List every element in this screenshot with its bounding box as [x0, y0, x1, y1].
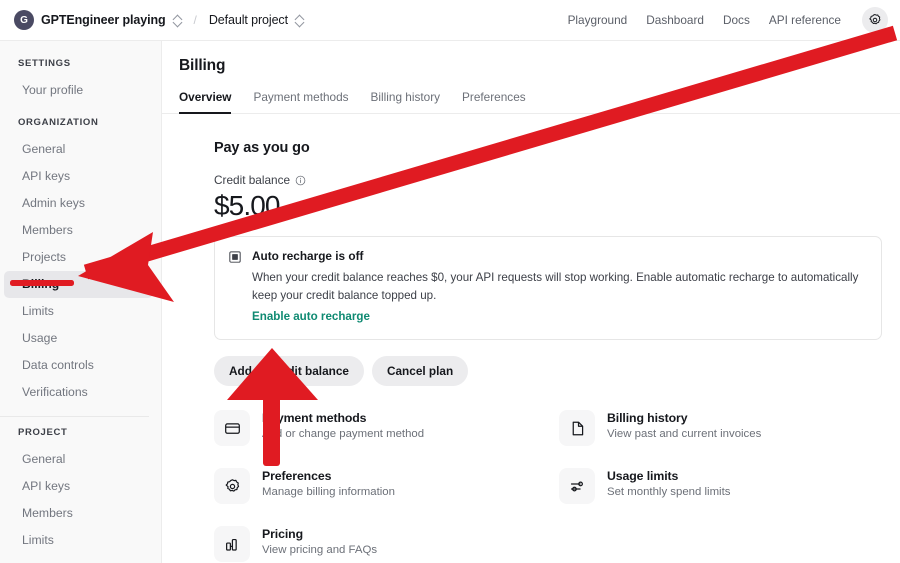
gear-icon [225, 478, 239, 492]
tab-payment-methods[interactable]: Payment methods [253, 90, 348, 113]
sidebar-item-limits-org[interactable]: Limits [4, 298, 153, 325]
nav-link-api-reference[interactable]: API reference [769, 13, 841, 27]
gear-icon [869, 14, 881, 25]
cancel-plan-button[interactable]: Cancel plan [371, 356, 469, 386]
credit-card-icon [224, 422, 240, 434]
auto-recharge-notice-body-wrap: Auto recharge is off When your credit ba… [252, 249, 867, 325]
nav-link-docs[interactable]: Docs [723, 13, 750, 27]
credit-balance-amount: $5.00 [214, 190, 280, 221]
organization-name[interactable]: GPTEngineer playing [41, 13, 166, 27]
credit-balance-label: Credit balance [214, 173, 291, 187]
sidebar-heading-settings: SETTINGS [18, 58, 71, 69]
card-preferences[interactable]: Preferences Manage billing information [214, 468, 559, 504]
card-title: Billing history [607, 411, 688, 425]
chevron-updown-icon[interactable] [173, 14, 182, 27]
card-subtitle: Manage billing information [262, 486, 395, 498]
action-button-row: Add to credit balance Cancel plan [214, 356, 900, 386]
overview-panel: Pay as you go Credit balance $5.00 Auto … [162, 114, 900, 562]
sidebar-heading-project: PROJECT [18, 427, 68, 438]
gear-icon-box [214, 468, 250, 504]
bar-chart-icon [225, 538, 237, 551]
sidebar-item-your-profile[interactable]: Your profile [4, 77, 153, 104]
chevron-updown-icon[interactable] [295, 14, 304, 27]
top-bar: G GPTEngineer playing / Default project … [0, 0, 900, 41]
auto-recharge-description: When your credit balance reaches $0, you… [252, 271, 859, 302]
sidebar: SETTINGS Your profile ORGANIZATION Gener… [0, 41, 162, 563]
card-pricing[interactable]: Pricing View pricing and FAQs [214, 526, 559, 562]
sidebar-item-members-project[interactable]: Members [4, 500, 153, 527]
card-billing-history[interactable]: Billing history View past and current in… [559, 410, 900, 446]
sidebar-item-general-org[interactable]: General [4, 136, 153, 163]
top-navigation: Playground Dashboard Docs API reference [568, 7, 900, 33]
card-subtitle: Set monthly spend limits [607, 486, 731, 498]
card-text: Pricing View pricing and FAQs [262, 526, 377, 556]
section-title-pay-as-you-go: Pay as you go [214, 140, 310, 156]
card-payment-methods[interactable]: Payment methods Add or change payment me… [214, 410, 559, 446]
card-text: Usage limits Set monthly spend limits [607, 468, 730, 498]
sidebar-item-members-org[interactable]: Members [4, 217, 153, 244]
card-text: Payment methods Add or change payment me… [262, 410, 424, 440]
card-title: Usage limits [607, 469, 679, 483]
quick-links-grid: Payment methods Add or change payment me… [214, 410, 900, 562]
sidebar-item-data-controls[interactable]: Data controls [4, 352, 153, 379]
page-title: Billing [179, 57, 226, 74]
info-circle-icon[interactable] [295, 175, 306, 186]
project-name[interactable]: Default project [209, 13, 288, 27]
sidebar-item-projects[interactable]: Projects [4, 244, 153, 271]
tab-overview[interactable]: Overview [179, 90, 232, 114]
card-subtitle: View pricing and FAQs [262, 544, 378, 556]
auto-recharge-notice: Auto recharge is off When your credit ba… [214, 236, 882, 340]
card-usage-limits[interactable]: Usage limits Set monthly spend limits [559, 468, 900, 504]
sidebar-divider [0, 416, 149, 417]
sidebar-item-admin-keys[interactable]: Admin keys [4, 190, 153, 217]
bar-chart-icon-box [214, 526, 250, 562]
enable-auto-recharge-link[interactable]: Enable auto recharge [252, 310, 370, 323]
sliders-icon [570, 481, 583, 491]
credit-card-icon-box [214, 410, 250, 446]
nav-link-dashboard[interactable]: Dashboard [646, 13, 704, 27]
add-to-credit-balance-button[interactable]: Add to credit balance [214, 356, 364, 386]
card-subtitle: View past and current invoices [607, 428, 762, 440]
sidebar-item-api-keys-project[interactable]: API keys [4, 473, 153, 500]
tab-preferences[interactable]: Preferences [462, 90, 526, 113]
breadcrumb-separator: / [193, 13, 197, 27]
document-icon [572, 421, 583, 435]
sidebar-heading-organization: ORGANIZATION [18, 117, 99, 128]
nav-link-playground[interactable]: Playground [568, 13, 628, 27]
sidebar-item-billing[interactable]: Billing [4, 271, 153, 298]
breadcrumb: G GPTEngineer playing / Default project [0, 10, 304, 30]
card-text: Preferences Manage billing information [262, 468, 395, 498]
card-subtitle: Add or change payment method [262, 428, 425, 440]
card-title: Preferences [262, 469, 332, 483]
square-toggle-off-icon [229, 250, 241, 325]
tab-billing-history[interactable]: Billing history [371, 90, 441, 113]
main-content: Billing Overview Payment methods Billing… [162, 41, 900, 563]
credit-balance-label-row: Credit balance [214, 173, 900, 187]
sidebar-item-limits-project[interactable]: Limits [4, 527, 153, 554]
settings-button[interactable] [862, 7, 888, 33]
card-title: Payment methods [262, 411, 367, 425]
sliders-icon-box [559, 468, 595, 504]
card-text: Billing history View past and current in… [607, 410, 761, 440]
avatar: G [14, 10, 34, 30]
card-title: Pricing [262, 527, 303, 541]
document-icon-box [559, 410, 595, 446]
sidebar-item-general-project[interactable]: General [4, 446, 153, 473]
sidebar-item-usage[interactable]: Usage [4, 325, 153, 352]
tab-bar: Overview Payment methods Billing history… [162, 75, 900, 114]
sidebar-item-api-keys-org[interactable]: API keys [4, 163, 153, 190]
auto-recharge-title: Auto recharge is off [252, 249, 364, 263]
sidebar-item-verifications[interactable]: Verifications [4, 379, 153, 406]
